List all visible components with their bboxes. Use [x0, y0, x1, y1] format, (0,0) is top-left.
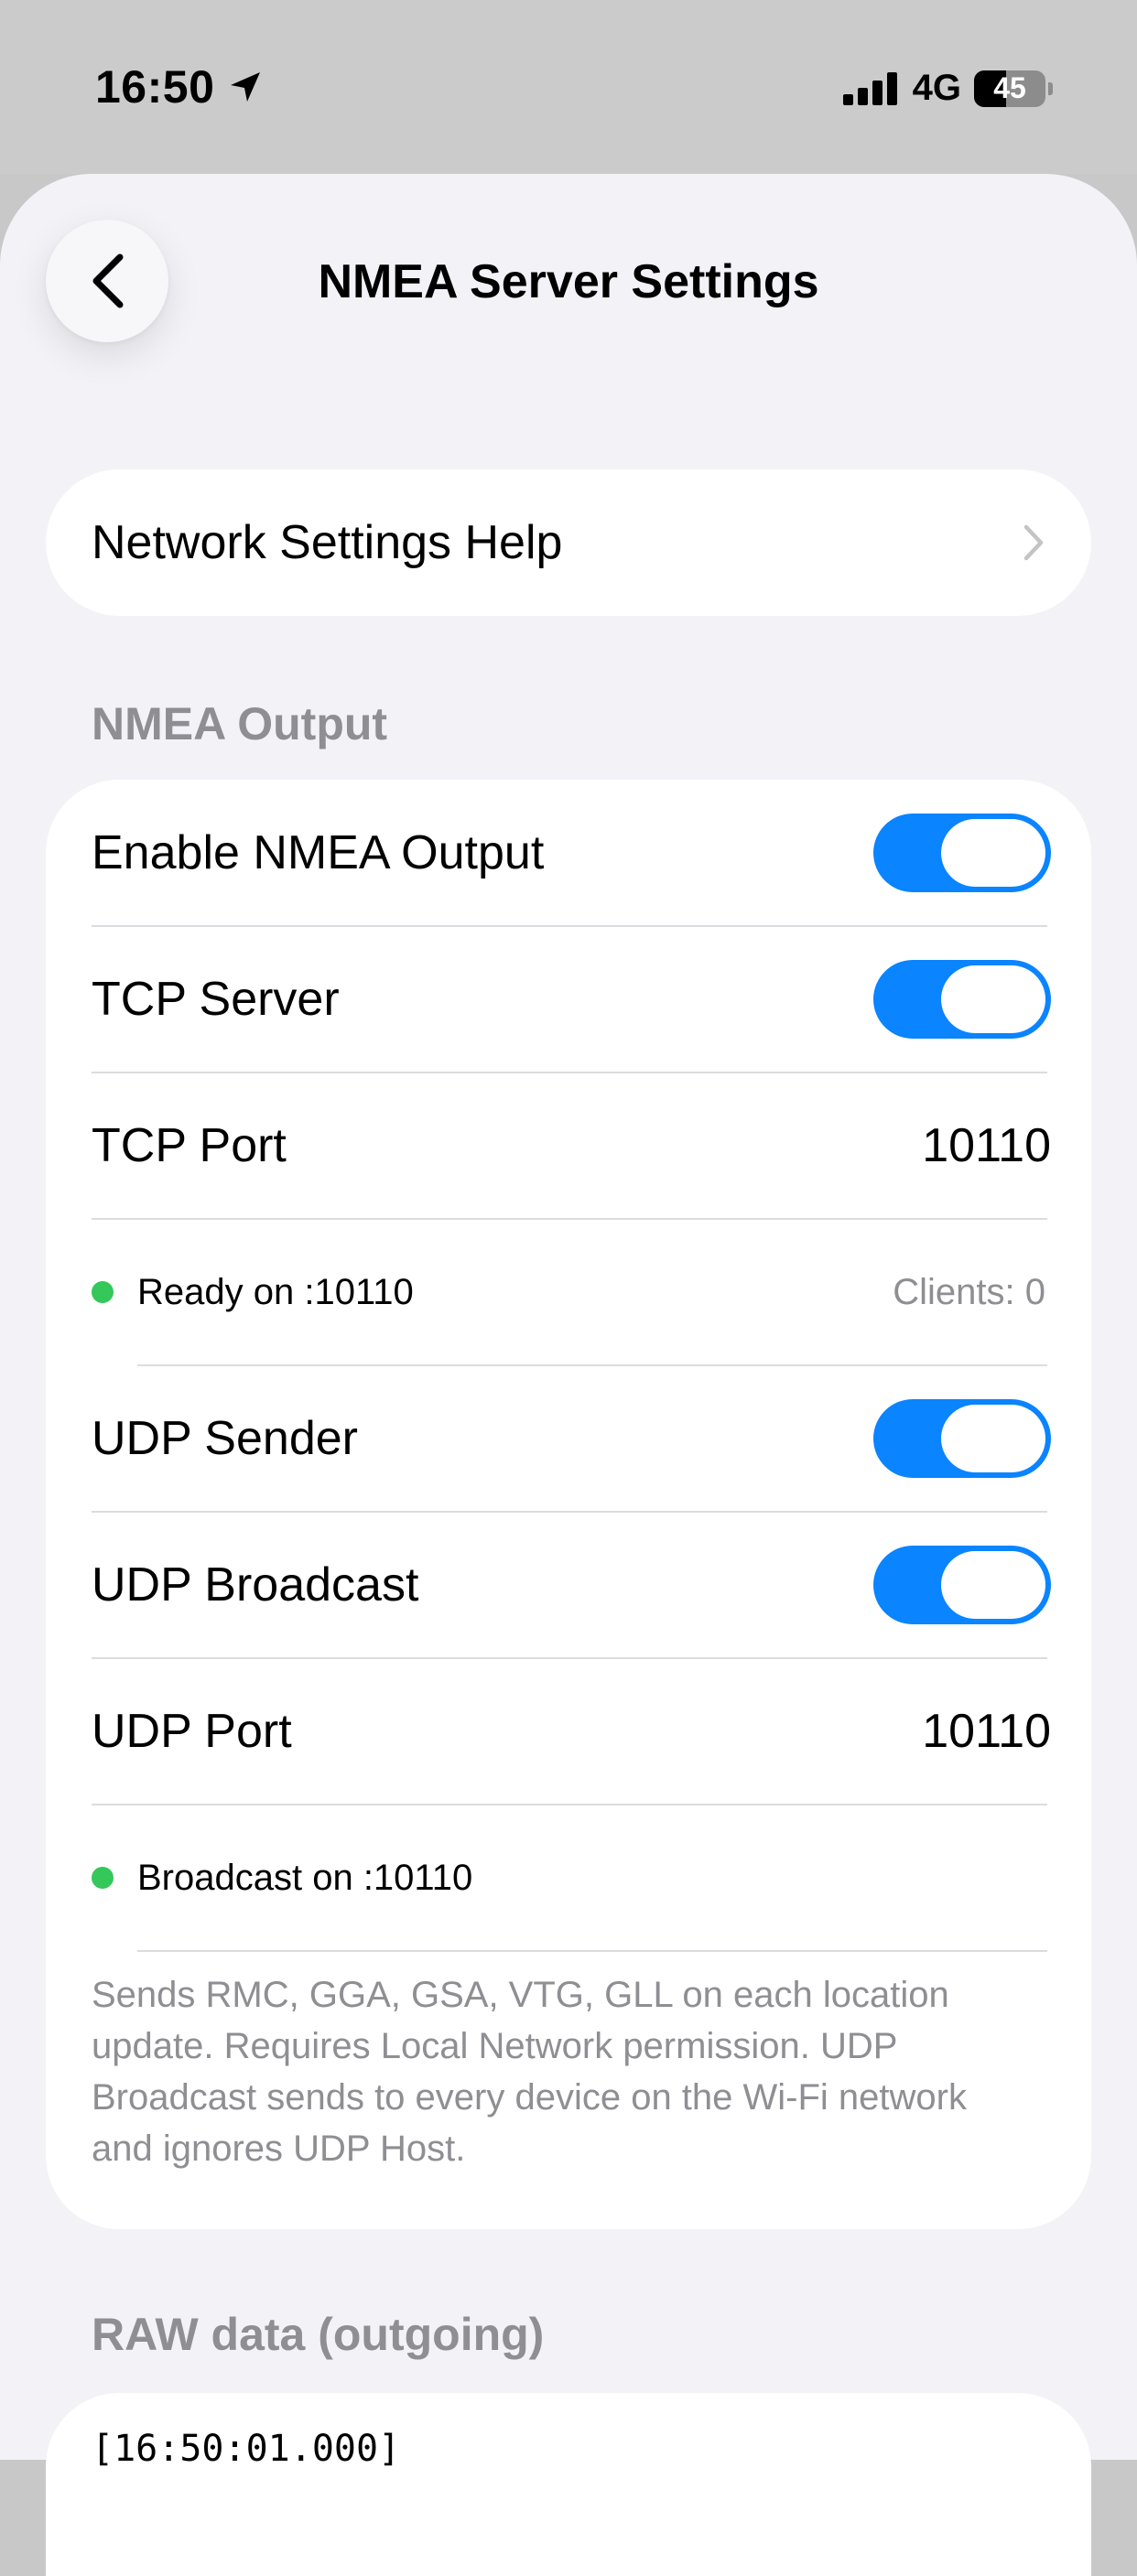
tcp-status-row: Ready on :10110 Clients: 0 — [92, 1219, 1091, 1365]
udp-broadcast-toggle[interactable] — [873, 1546, 1051, 1624]
udp-sender-label: UDP Sender — [92, 1412, 358, 1465]
chevron-right-icon — [1023, 524, 1044, 561]
raw-data-first-line: [16:50:01.000] — [92, 2428, 401, 2470]
udp-broadcast-label: UDP Broadcast — [92, 1558, 419, 1611]
udp-sender-toggle[interactable] — [873, 1399, 1051, 1478]
battery-level: 45 — [993, 71, 1026, 104]
udp-status-row: Broadcast on :10110 — [92, 1805, 1091, 1951]
page-title: NMEA Server Settings — [318, 255, 819, 308]
tcp-clients-count: Clients: 0 — [893, 1271, 1045, 1312]
udp-port-label: UDP Port — [92, 1705, 292, 1758]
status-bar: 16:50 4G 45 — [0, 0, 1137, 174]
status-dot-icon — [92, 1281, 114, 1303]
location-arrow-icon — [231, 72, 261, 102]
section-header-nmea-output: NMEA Output — [92, 698, 388, 749]
udp-broadcast-row: UDP Broadcast — [92, 1512, 1091, 1658]
udp-sender-row: UDP Sender — [92, 1365, 1091, 1512]
tcp-port-row[interactable]: TCP Port 10110 — [92, 1072, 1091, 1219]
tcp-port-value[interactable]: 10110 — [922, 1118, 1051, 1173]
battery-nub — [1048, 81, 1053, 95]
help-label: Network Settings Help — [92, 516, 563, 569]
tcp-port-label: TCP Port — [92, 1119, 287, 1172]
tcp-server-row: TCP Server — [92, 926, 1091, 1072]
network-type: 4G — [912, 68, 961, 108]
nmea-output-card: Enable NMEA Output TCP Server TCP Port 1… — [46, 780, 1091, 2229]
toggle-knob — [941, 965, 1045, 1033]
network-settings-help-row[interactable]: Network Settings Help — [46, 469, 1091, 616]
status-dot-icon — [92, 1867, 114, 1889]
section-header-raw-data: RAW data (outgoing) — [92, 2309, 545, 2360]
status-indicators: 4G 45 — [842, 68, 1053, 109]
status-time-group: 16:50 — [95, 60, 264, 113]
udp-port-row[interactable]: UDP Port 10110 — [92, 1658, 1091, 1805]
nmea-output-footnote: Sends RMC, GGA, GSA, VTG, GLL on each lo… — [92, 1975, 967, 2169]
enable-nmea-output-label: Enable NMEA Output — [92, 826, 545, 879]
toggle-knob — [941, 1551, 1045, 1619]
status-time: 16:50 — [95, 61, 215, 113]
raw-data-card: [16:50:01.000] — [46, 2393, 1091, 2576]
enable-nmea-output-toggle[interactable] — [873, 814, 1051, 892]
udp-status-text: Broadcast on :10110 — [137, 1857, 473, 1898]
toggle-knob — [941, 1405, 1045, 1472]
battery-icon: 45 — [974, 70, 1045, 107]
enable-nmea-output-row: Enable NMEA Output — [92, 780, 1091, 926]
divider — [137, 1950, 1047, 1952]
cellular-signal-icon — [842, 71, 897, 105]
settings-sheet: NMEA Server Settings Network Settings He… — [0, 174, 1137, 2460]
tcp-status-text: Ready on :10110 — [137, 1271, 414, 1312]
udp-port-value[interactable]: 10110 — [922, 1704, 1051, 1759]
tcp-server-toggle[interactable] — [873, 960, 1051, 1039]
tcp-server-label: TCP Server — [92, 973, 340, 1026]
toggle-knob — [941, 819, 1045, 887]
